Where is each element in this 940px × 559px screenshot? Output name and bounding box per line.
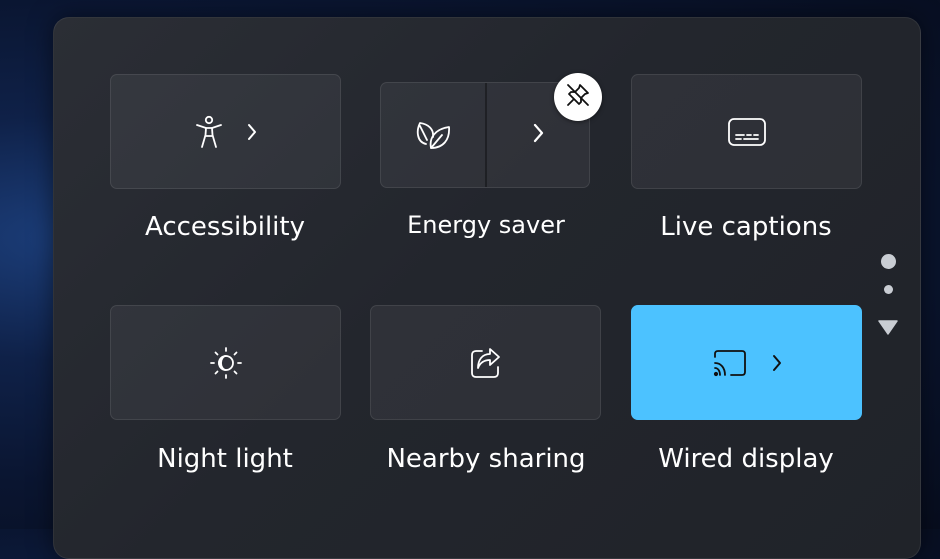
unpin-icon (564, 81, 592, 113)
wired-display-label: Wired display (658, 444, 834, 474)
chevron-right-icon (531, 122, 545, 148)
night-light-tile[interactable] (110, 305, 341, 420)
nearby-sharing-label: Nearby sharing (386, 444, 586, 474)
leaf-icon (414, 118, 452, 152)
wired-display-tile[interactable] (631, 305, 862, 420)
cast-icon (711, 348, 749, 378)
chevron-right-icon[interactable] (771, 353, 783, 373)
night-light-icon (208, 345, 244, 381)
page-dot-1[interactable] (881, 254, 896, 269)
accessibility-icon (194, 115, 224, 149)
energy-saver-toggle[interactable] (381, 83, 487, 187)
nearby-sharing-tile[interactable] (370, 305, 601, 420)
page-dot-2[interactable] (884, 285, 893, 294)
night-light-label: Night light (157, 444, 293, 474)
chevron-right-icon[interactable] (246, 122, 258, 142)
live-captions-label: Live captions (660, 212, 832, 242)
captions-icon (727, 117, 767, 147)
share-icon (468, 345, 504, 381)
accessibility-tile[interactable] (110, 74, 341, 189)
page-down-arrow-icon[interactable] (878, 319, 898, 339)
accessibility-label: Accessibility (145, 212, 305, 242)
live-captions-tile[interactable] (631, 74, 862, 189)
unpin-button[interactable] (554, 73, 602, 121)
energy-saver-label: Energy saver (407, 211, 565, 239)
